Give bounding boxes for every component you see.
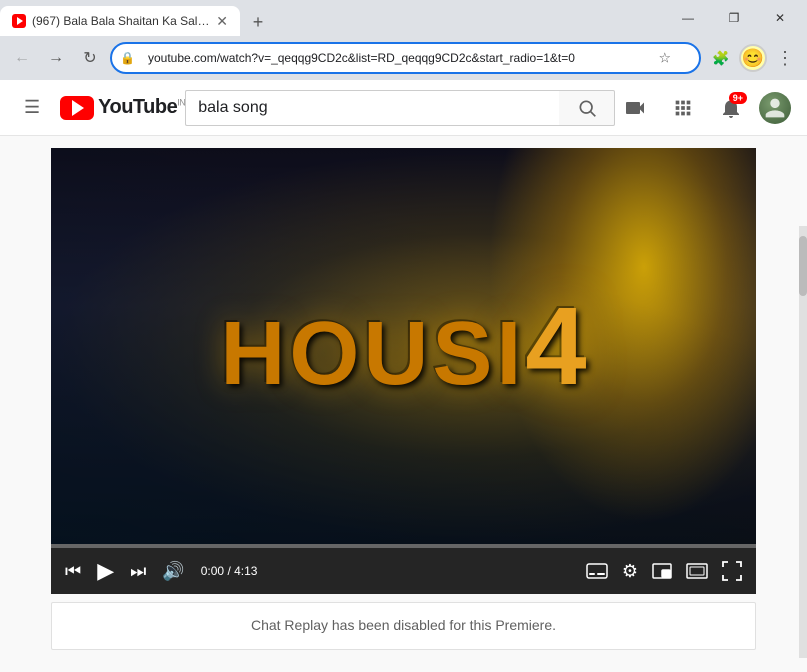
notification-badge: 9+: [729, 92, 747, 104]
youtube-logo-icon: [60, 96, 94, 120]
window-controls: — ❐ ✕: [665, 0, 807, 36]
youtube-logo[interactable]: YouTubeIN: [60, 96, 185, 120]
settings-button[interactable]: ⚙: [618, 557, 642, 586]
video-player-container: HOUSI4 ⏮ ▶ ⏭ 🔊 0:00 / 4:13 ⚙: [51, 148, 756, 594]
time-display: 0:00 / 4:13: [201, 564, 258, 578]
fullscreen-icon: [722, 561, 742, 581]
hamburger-menu[interactable]: ☰: [16, 89, 48, 126]
theater-icon: [686, 563, 708, 579]
fullscreen-button[interactable]: [718, 557, 746, 585]
header-right: 9+: [615, 88, 791, 128]
reload-button[interactable]: ↻: [76, 44, 104, 72]
youtube-play-triangle: [72, 100, 84, 116]
browser-tab[interactable]: (967) Bala Bala Shaitan Ka Sala E... ✕: [0, 6, 240, 36]
profile-avatar[interactable]: 😊: [739, 44, 767, 72]
scrollbar[interactable]: [799, 226, 807, 658]
play-button[interactable]: ▶: [93, 554, 118, 588]
close-button[interactable]: ✕: [757, 0, 803, 36]
apps-button[interactable]: [663, 88, 703, 128]
skip-prev-button[interactable]: ⏮: [61, 557, 85, 586]
search-button[interactable]: [559, 90, 615, 126]
navigation-bar: ← → ↻ 🔒 ☆ 🧩 😊 ⋮: [0, 36, 807, 80]
tab-title: (967) Bala Bala Shaitan Ka Sala E...: [32, 14, 210, 28]
youtube-header: ☰ YouTubeIN 9+: [0, 80, 807, 136]
volume-button[interactable]: 🔊: [158, 557, 188, 586]
video-controls: ⏮ ▶ ⏭ 🔊 0:00 / 4:13 ⚙: [51, 544, 756, 594]
notifications-button[interactable]: 9+: [711, 88, 751, 128]
maximize-button[interactable]: ❐: [711, 0, 757, 36]
chrome-menu-button[interactable]: ⋮: [771, 44, 799, 72]
forward-button[interactable]: →: [42, 44, 70, 72]
miniplayer-icon: [652, 563, 672, 579]
miniplayer-button[interactable]: [648, 559, 676, 583]
search-input[interactable]: [185, 90, 559, 126]
video-title-number: 4: [525, 283, 586, 410]
controls-row: ⏮ ▶ ⏭ 🔊 0:00 / 4:13 ⚙: [51, 548, 756, 594]
avatar-icon: [761, 94, 789, 122]
chat-replay-message: Chat Replay has been disabled for this P…: [251, 617, 556, 633]
chat-replay-bar: Chat Replay has been disabled for this P…: [51, 602, 756, 650]
theater-button[interactable]: [682, 559, 712, 583]
main-content: HOUSI4 ⏮ ▶ ⏭ 🔊 0:00 / 4:13 ⚙: [0, 136, 807, 658]
video-title-main: HOUSI: [220, 303, 525, 406]
address-bar-container: 🔒 ☆: [110, 42, 701, 74]
subtitles-icon: [586, 563, 608, 579]
create-icon: [623, 96, 647, 120]
bookmark-icon[interactable]: ☆: [658, 50, 671, 67]
lock-icon: 🔒: [120, 51, 135, 65]
video-title-display: HOUSI4: [220, 283, 586, 410]
address-bar[interactable]: [110, 42, 701, 74]
tab-close-button[interactable]: ✕: [216, 13, 228, 30]
back-button[interactable]: ←: [8, 44, 36, 72]
tab-favicon: [12, 14, 26, 28]
extension-icon[interactable]: 🧩: [707, 44, 735, 72]
search-icon: [577, 98, 597, 118]
skip-next-button[interactable]: ⏭: [126, 557, 150, 586]
apps-icon: [672, 97, 694, 119]
search-bar: [185, 90, 615, 126]
user-avatar[interactable]: [759, 92, 791, 124]
controls-right: ⚙: [582, 557, 746, 586]
video-frame[interactable]: HOUSI4: [51, 148, 756, 544]
subtitles-button[interactable]: [582, 559, 612, 583]
minimize-button[interactable]: —: [665, 0, 711, 36]
scrollbar-thumb[interactable]: [799, 236, 807, 296]
header-left: ☰ YouTubeIN: [16, 89, 185, 126]
create-video-button[interactable]: [615, 88, 655, 128]
new-tab-button[interactable]: +: [244, 8, 272, 36]
youtube-logo-text: YouTubeIN: [98, 96, 185, 119]
nav-extras: 🧩 😊 ⋮: [707, 44, 799, 72]
